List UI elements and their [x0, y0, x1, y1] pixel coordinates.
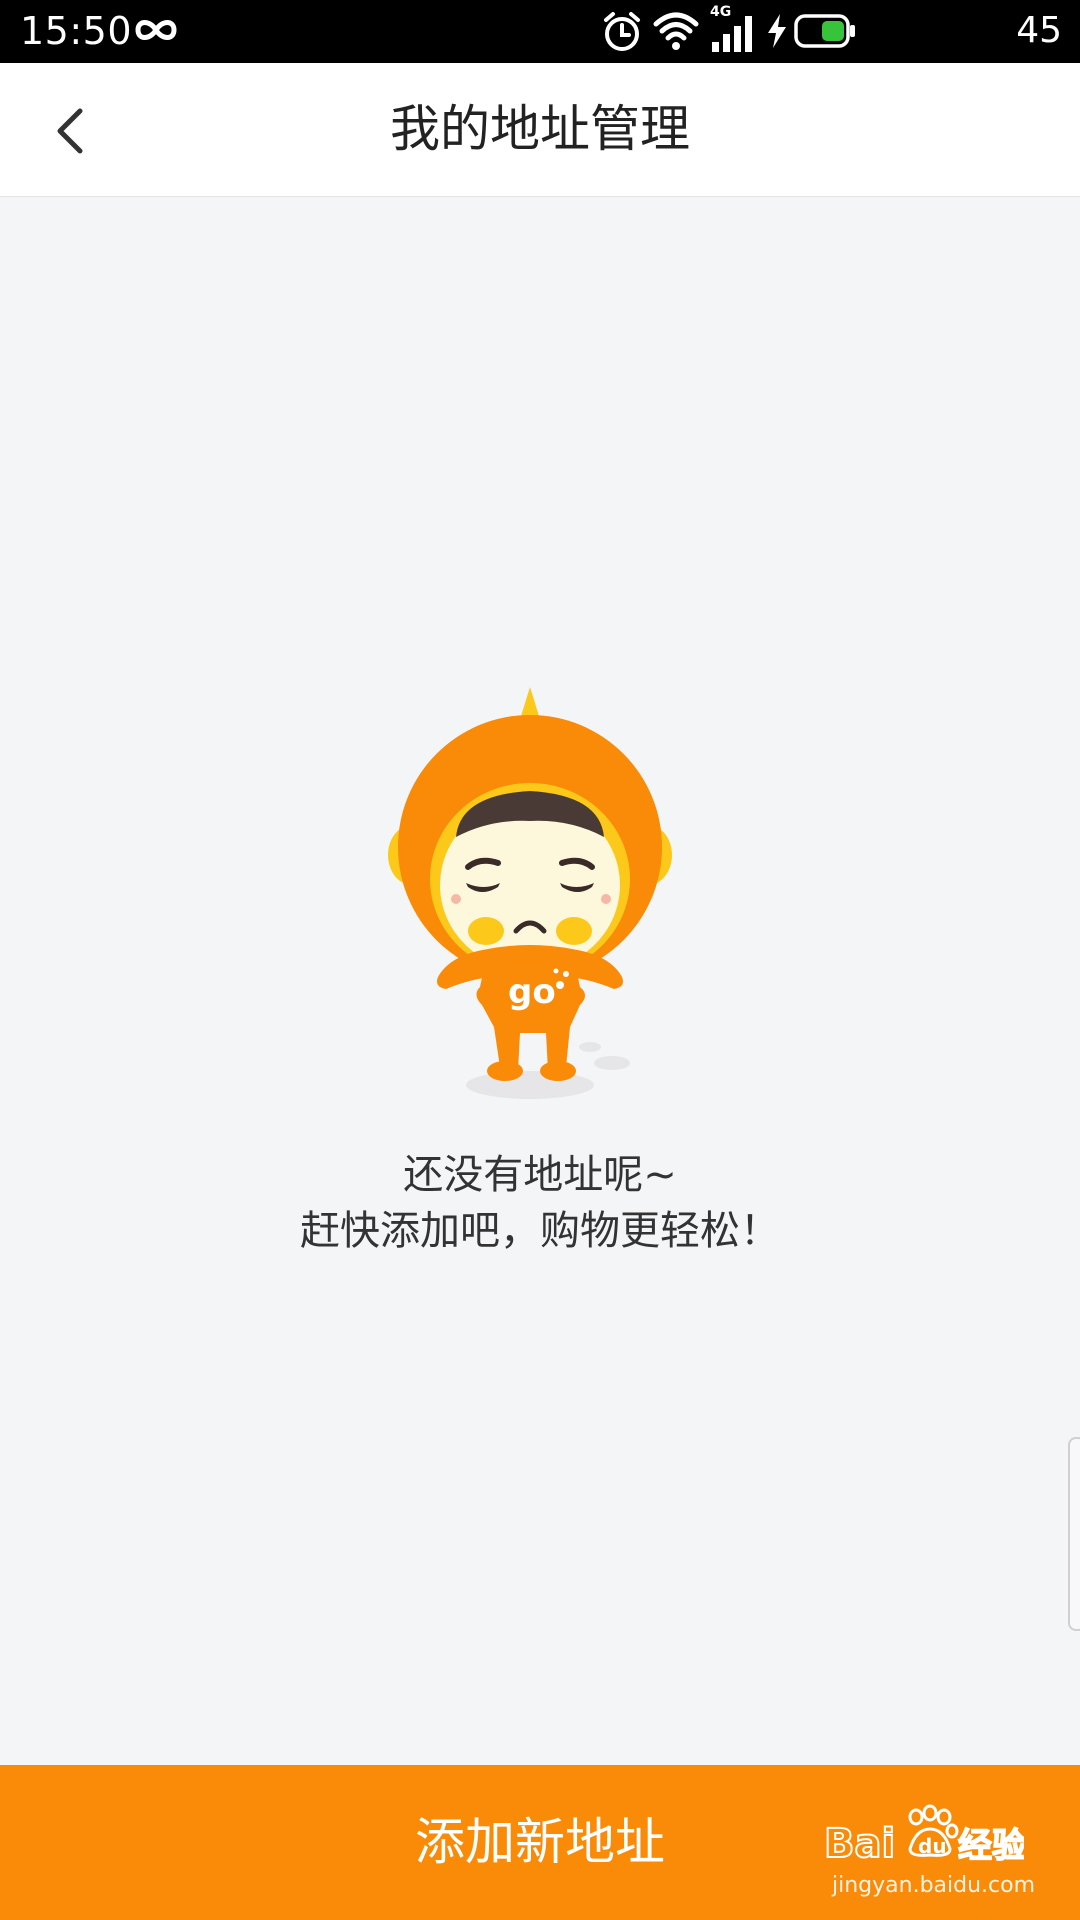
watermark-domain: jingyan.baidu.com: [832, 1873, 1036, 1898]
status-bar: 15:50 4G 45: [0, 0, 1080, 63]
battery-icon: [794, 14, 856, 52]
empty-state: go 还没有地址呢~ 赶快添加吧，购物更轻松！: [0, 197, 1080, 1765]
charging-icon: [766, 14, 788, 52]
battery-level: 45: [1016, 10, 1062, 51]
side-scroll-handle[interactable]: [1068, 1437, 1080, 1631]
baidu-logo-icon: Bai du 经验: [823, 1804, 1027, 1868]
mascot-shirt-text: go: [508, 972, 556, 1012]
empty-message: 还没有地址呢~ 赶快添加吧，购物更轻松！: [0, 1147, 1080, 1259]
header: 我的地址管理: [0, 63, 1080, 197]
alarm-icon: [600, 10, 644, 58]
status-icons: 4G 45: [600, 0, 1080, 63]
wifi-icon: [652, 8, 700, 58]
svg-text:经验: 经验: [958, 1826, 1024, 1866]
empty-message-line-2: 赶快添加吧，购物更轻松！: [300, 1208, 780, 1254]
bottom-bar: 添加新地址 Bai du 经验 jingyan.baidu.com: [0, 1765, 1080, 1920]
svg-text:Bai: Bai: [824, 1821, 895, 1867]
svg-text:du: du: [918, 1834, 947, 1858]
infinity-icon: [132, 10, 180, 54]
status-time: 15:50: [20, 9, 133, 53]
baidu-jingyan-watermark: Bai du 经验 jingyan.baidu.com: [823, 1803, 1035, 1903]
signal-icon: 4G: [710, 4, 760, 58]
page-title: 我的地址管理: [390, 100, 690, 158]
empty-message-line-1: 还没有地址呢~: [403, 1152, 677, 1198]
sad-mascot-illustration: go: [380, 687, 700, 1107]
